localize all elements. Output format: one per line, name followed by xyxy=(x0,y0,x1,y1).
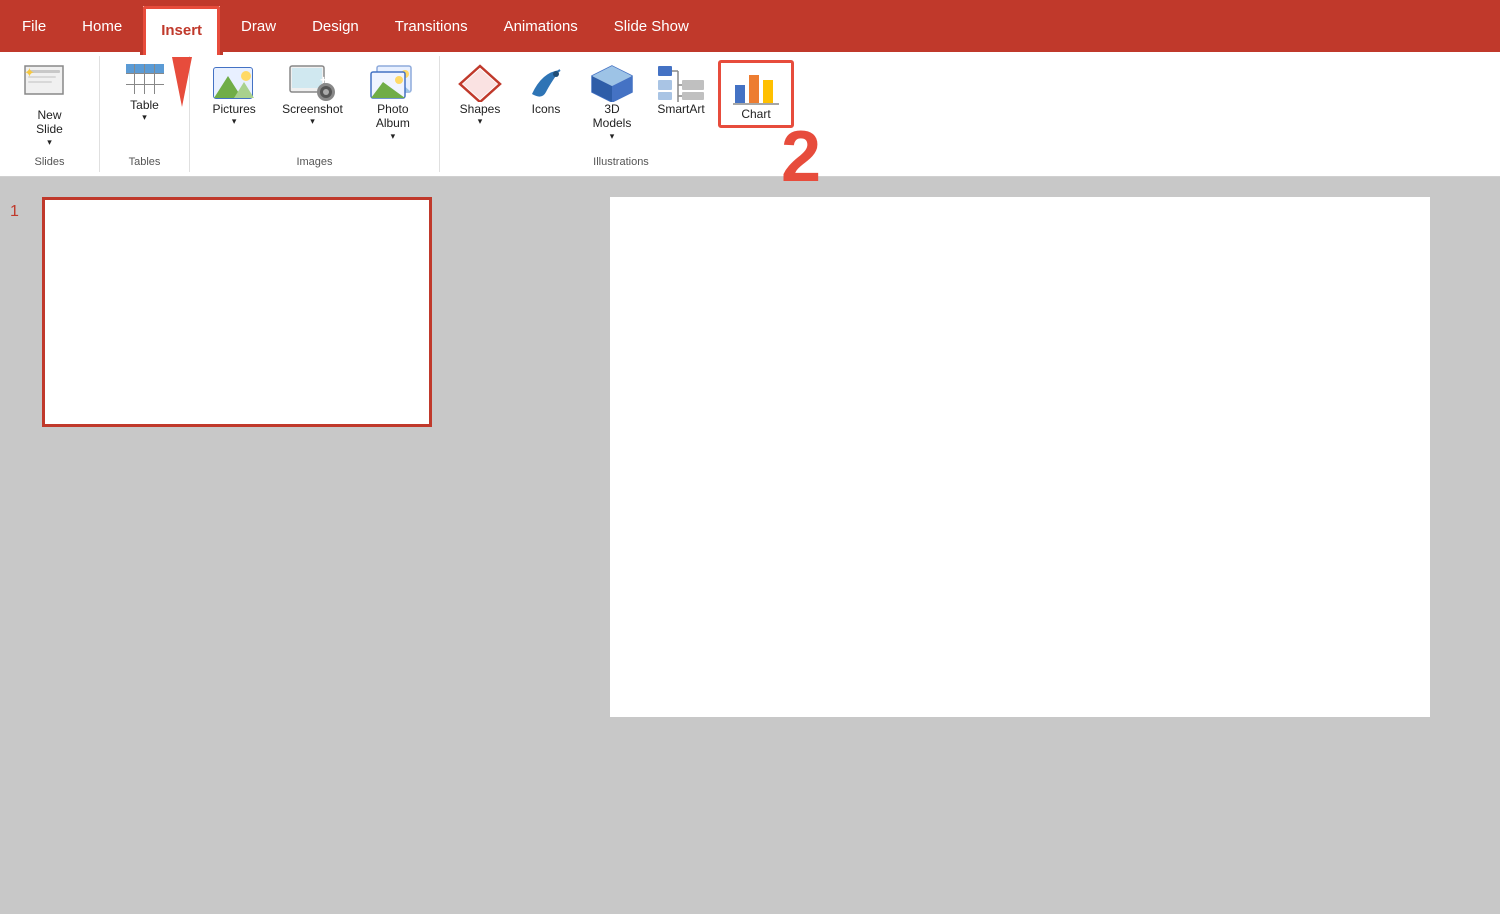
smartart-label: SmartArt xyxy=(657,102,704,116)
pictures-icon xyxy=(212,64,256,102)
illustrations-group-label: Illustrations xyxy=(593,156,649,168)
table-icon xyxy=(126,64,164,94)
shapes-button[interactable]: Shapes ▾ xyxy=(448,60,512,131)
new-slide-icon: ✦ xyxy=(23,64,77,108)
tab-draw[interactable]: Draw xyxy=(223,0,294,52)
shapes-icon xyxy=(458,64,502,102)
table-label: Table ▾ xyxy=(130,98,159,123)
new-slide-label: New Slide ▾ xyxy=(36,108,63,148)
photo-album-label: Photo Album ▾ xyxy=(376,102,410,142)
chart-button[interactable]: Chart 2 xyxy=(718,60,794,128)
smartart-button[interactable]: SmartArt xyxy=(646,60,716,120)
pictures-arrow: ▾ xyxy=(212,116,255,127)
pictures-button[interactable]: Pictures ▾ xyxy=(202,60,266,131)
slides-buttons: ✦ New Slide ▾ xyxy=(13,60,87,152)
table-arrow: ▾ xyxy=(130,112,159,123)
screenshot-label: Screenshot ▾ xyxy=(282,102,343,127)
main-canvas xyxy=(540,177,1500,914)
images-group-label: Images xyxy=(296,156,332,168)
icons-button[interactable]: Icons xyxy=(514,60,578,120)
3d-models-icon xyxy=(590,64,634,102)
slide-number: 1 xyxy=(10,197,34,221)
new-slide-button[interactable]: ✦ New Slide ▾ xyxy=(13,60,87,152)
svg-text:✦: ✦ xyxy=(24,65,35,80)
tab-file[interactable]: File xyxy=(4,0,64,52)
images-group: Pictures ▾ + xyxy=(190,56,440,172)
screenshot-arrow: ▾ xyxy=(282,116,343,127)
illustrations-group: Shapes ▾ Icons xyxy=(440,56,802,172)
screenshot-button[interactable]: + Screenshot ▾ xyxy=(272,60,353,131)
insert-cursor-arrow xyxy=(172,57,192,107)
photo-album-icon xyxy=(369,64,417,102)
icons-icon xyxy=(524,64,568,102)
shapes-arrow: ▾ xyxy=(460,116,501,127)
shapes-label: Shapes ▾ xyxy=(460,102,501,127)
tables-buttons: Table ▾ xyxy=(115,60,175,152)
tables-group-label: Tables xyxy=(129,156,161,168)
slides-group-label: Slides xyxy=(35,156,65,168)
pictures-label: Pictures ▾ xyxy=(212,102,255,127)
tab-bar: File Home Insert Draw Design Transitions… xyxy=(0,0,1500,52)
images-buttons: Pictures ▾ + xyxy=(202,60,427,152)
3d-models-arrow: ▾ xyxy=(593,131,632,142)
slide-item: 1 xyxy=(10,197,530,427)
tab-design[interactable]: Design xyxy=(294,0,377,52)
tab-home[interactable]: Home xyxy=(64,0,140,52)
annotation-number-2: 2 xyxy=(781,121,821,193)
slides-group: ✦ New Slide ▾ Slides xyxy=(0,56,100,172)
illustrations-buttons: Shapes ▾ Icons xyxy=(448,60,794,152)
tab-insert[interactable]: Insert xyxy=(140,3,223,55)
svg-text:+: + xyxy=(320,73,327,87)
3d-models-button[interactable]: 3D Models ▾ xyxy=(580,60,644,146)
slide-thumbnail[interactable] xyxy=(42,197,432,427)
slide-panel: 1 xyxy=(0,177,540,914)
ribbon-content: ✦ New Slide ▾ Slides xyxy=(0,52,1500,177)
photo-album-arrow: ▾ xyxy=(376,131,410,142)
slide-canvas[interactable] xyxy=(610,197,1430,717)
3d-models-label: 3D Models ▾ xyxy=(593,102,632,142)
main-area: 1 xyxy=(0,177,1500,914)
smartart-icon xyxy=(656,64,706,102)
chart-icon xyxy=(731,67,781,107)
tab-animations[interactable]: Animations xyxy=(486,0,596,52)
tab-slideshow[interactable]: Slide Show xyxy=(596,0,707,52)
table-button[interactable]: Table ▾ xyxy=(115,60,175,127)
tab-transitions[interactable]: Transitions xyxy=(377,0,486,52)
chart-label: Chart xyxy=(741,107,770,121)
new-slide-arrow: ▾ xyxy=(36,137,63,148)
ribbon: File Home Insert Draw Design Transitions… xyxy=(0,0,1500,177)
icons-label: Icons xyxy=(532,102,561,116)
screenshot-icon: + xyxy=(288,64,336,102)
photo-album-button[interactable]: Photo Album ▾ xyxy=(359,60,427,146)
